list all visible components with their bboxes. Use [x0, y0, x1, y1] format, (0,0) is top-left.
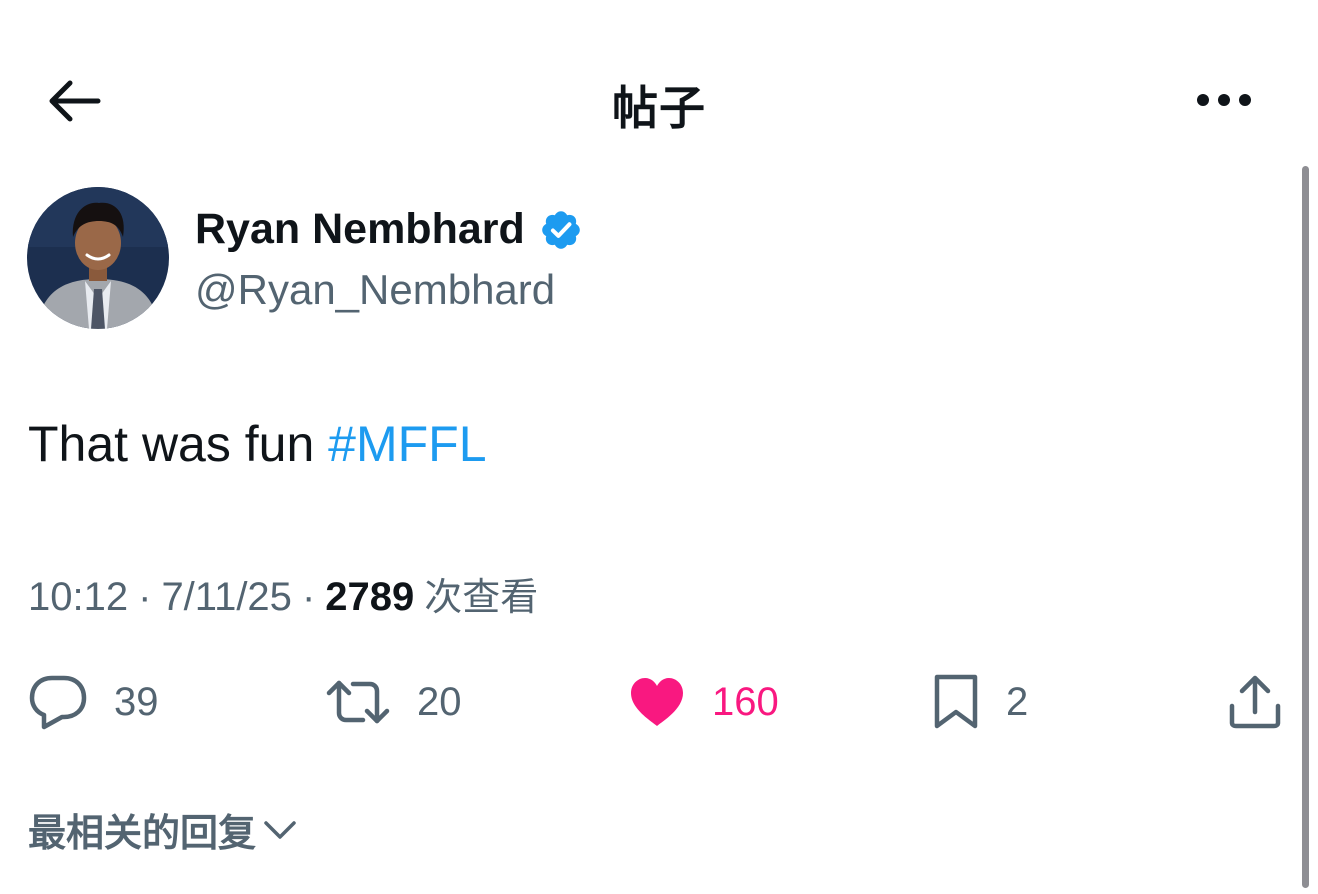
heart-filled-icon — [631, 678, 683, 726]
bookmark-button[interactable]: 2 — [932, 660, 1028, 744]
author-handle[interactable]: @Ryan_Nembhard — [195, 266, 555, 314]
page-title: 帖子 — [612, 81, 706, 135]
share-icon — [1229, 675, 1281, 729]
like-count: 160 — [712, 679, 779, 724]
retweet-icon — [326, 680, 390, 724]
tweet-time[interactable]: 10:12 — [28, 575, 128, 620]
action-bar: 39 20 160 2 — [0, 660, 1318, 744]
avatar[interactable] — [27, 187, 169, 329]
scrollbar[interactable] — [1302, 166, 1309, 888]
reply-count: 39 — [114, 679, 159, 724]
share-button[interactable] — [1226, 660, 1284, 744]
tweet-body: That was fun — [28, 416, 329, 472]
repost-button[interactable]: 20 — [325, 660, 462, 744]
like-button[interactable]: 160 — [628, 660, 779, 744]
profile-photo — [27, 187, 169, 329]
more-options-button[interactable] — [1192, 84, 1256, 116]
repost-count: 20 — [417, 679, 462, 724]
views-label: 次查看 — [424, 575, 539, 619]
meta-separator: · — [138, 575, 152, 619]
reply-button[interactable]: 39 — [28, 660, 159, 744]
tweet-date[interactable]: 7/11/25 — [161, 575, 292, 620]
bookmark-count: 2 — [1006, 679, 1029, 724]
bookmark-icon — [934, 674, 978, 729]
top-bar: 帖子 — [0, 0, 1318, 200]
reply-bubble-icon — [29, 675, 87, 730]
author-display-name[interactable]: Ryan Nembhard — [195, 205, 525, 254]
meta-separator: · — [301, 575, 316, 619]
verified-badge-icon — [539, 208, 583, 252]
hashtag-link[interactable]: #MFFL — [328, 416, 486, 472]
author-name-row: Ryan Nembhard — [195, 205, 583, 254]
replies-sort-dropdown[interactable]: 最相关的回复 — [28, 802, 298, 857]
tweet-meta: 10:12 · 7/11/25 · 2789 次查看 — [28, 566, 538, 621]
replies-sort-label: 最相关的回复 — [28, 811, 257, 855]
more-horizontal-icon — [1197, 94, 1251, 106]
tweet-text: That was fun #MFFL — [28, 415, 487, 473]
chevron-down-icon — [264, 820, 296, 839]
views-count[interactable]: 2789 — [325, 575, 414, 620]
